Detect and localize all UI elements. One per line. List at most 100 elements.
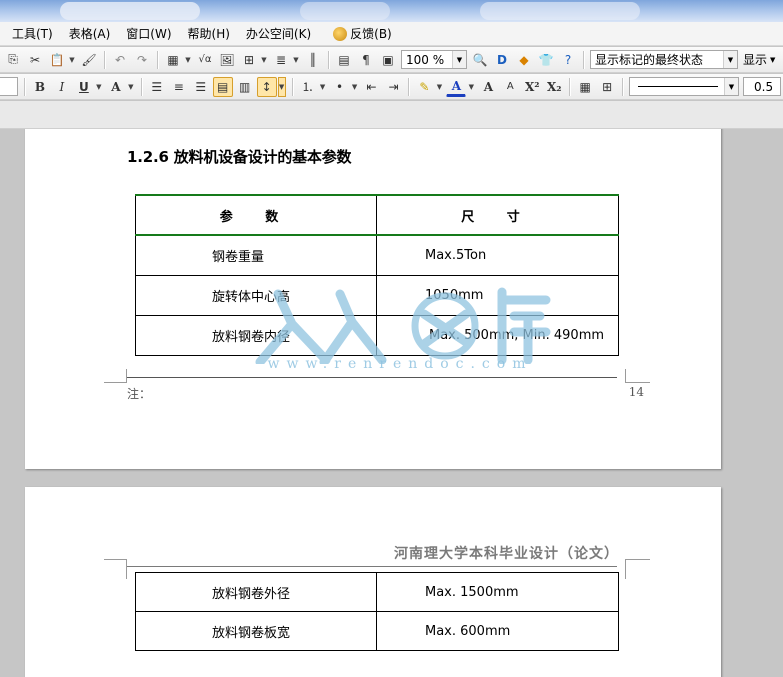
line-width-select[interactable]: 0.5 (743, 77, 781, 96)
show-menu-button[interactable]: 显示 ▼ (740, 49, 778, 71)
menu-window[interactable]: 窗口(W) (118, 23, 179, 45)
table-header-cell: 参 数 (135, 194, 377, 236)
crop-mark (625, 559, 650, 579)
align-left-icon[interactable]: ☰ (147, 77, 167, 97)
numbered-list-dropdown-icon[interactable]: ▼ (319, 77, 327, 97)
formula-icon[interactable]: √α (195, 50, 215, 70)
table-dropdown-icon[interactable]: ▼ (184, 50, 192, 70)
paste-dropdown-icon[interactable]: ▼ (68, 50, 76, 70)
italic-button[interactable]: I (52, 77, 72, 97)
menu-feedback[interactable]: 反馈(B) (325, 23, 400, 45)
research-icon[interactable]: D (492, 50, 512, 70)
toolbar-separator (569, 77, 571, 96)
print-preview-icon[interactable]: ▣ (378, 50, 398, 70)
table-cell: 旋转体中心高 (135, 274, 377, 316)
subscript-button[interactable]: X₂ (544, 77, 564, 97)
align-right-icon[interactable]: ☰ (191, 77, 211, 97)
line-spacing-dropdown-icon[interactable]: ▼ (277, 76, 286, 97)
font-size-select[interactable] (0, 77, 18, 96)
grow-font-label: A (483, 79, 493, 94)
menu-help-label: 帮助(H) (187, 26, 230, 41)
redo-icon[interactable]: ↷ (132, 50, 152, 70)
help-icon[interactable]: ? (558, 50, 578, 70)
find-icon[interactable]: 🔍 (470, 50, 490, 70)
decrease-indent-icon[interactable]: ⇤ (362, 77, 382, 97)
toolbar-separator (157, 50, 158, 69)
increase-indent-icon[interactable]: ⇥ (383, 77, 403, 97)
zoom-value: 100 % (406, 52, 445, 67)
highlight-icon[interactable]: ✎ (414, 77, 434, 97)
chart-icon[interactable]: ║ (303, 50, 323, 70)
document-page[interactable]: 河南理大学本科毕业设计（论文） 放料钢卷外径 Max. 1500mm 放料钢卷板… (25, 487, 721, 677)
table-row: 放料钢卷板宽 Max. 600mm (135, 611, 619, 651)
toolbar-separator (583, 50, 584, 69)
underline-button[interactable]: U (74, 77, 94, 97)
menu-help[interactable]: 帮助(H) (180, 23, 238, 45)
copy-icon[interactable]: ⎘ (3, 50, 23, 70)
columns-dropdown-icon[interactable]: ▼ (292, 50, 300, 70)
header-rule (127, 566, 617, 567)
shrink-font-button[interactable]: A (500, 77, 520, 97)
template-icon[interactable]: 👕 (536, 50, 556, 70)
columns-icon[interactable]: ≣ (271, 50, 291, 70)
font-effect-label: A (111, 79, 121, 94)
font-effect-button[interactable]: A (106, 77, 126, 97)
format-painter-icon[interactable]: 🖌 (79, 50, 99, 70)
watermark-url: www.renrendoc.com (267, 356, 533, 372)
section-heading: 1.2.6 放料机设备设计的基本参数 (127, 148, 352, 166)
document-area: 1.2.6 放料机设备设计的基本参数 参 数 尺 寸 钢卷重量 Max.5Ton… (0, 129, 783, 677)
font-color-button[interactable]: A (446, 77, 467, 97)
crop-mark (104, 559, 127, 579)
document-page[interactable]: 1.2.6 放料机设备设计的基本参数 参 数 尺 寸 钢卷重量 Max.5Ton… (25, 129, 721, 469)
grid-icon[interactable]: ⊞ (239, 50, 259, 70)
paste-icon[interactable]: 📋 (47, 50, 67, 70)
menu-bar: 工具(T) 表格(A) 窗口(W) 帮助(H) 办公空间(K) 反馈(B) (0, 22, 783, 46)
line-style-select[interactable]: ▼ (629, 77, 739, 96)
distribute-icon[interactable]: ▥ (235, 77, 255, 97)
underline-dropdown-icon[interactable]: ▼ (95, 77, 103, 97)
grow-font-button[interactable]: A (478, 77, 498, 97)
toolbar-separator (104, 50, 105, 69)
font-color-dropdown-icon[interactable]: ▼ (467, 77, 475, 97)
table-cell: 放料钢卷板宽 (135, 611, 377, 651)
bulleted-list-dropdown-icon[interactable]: ▼ (351, 77, 359, 97)
cut-icon[interactable]: ✂ (25, 50, 45, 70)
undo-icon[interactable]: ↶ (110, 50, 130, 70)
table-properties-icon[interactable]: ▦ (575, 77, 595, 97)
menu-tools[interactable]: 工具(T) (4, 23, 61, 45)
chevron-down-icon: ▼ (452, 51, 466, 68)
line-spacing-icon[interactable]: ↕ (256, 76, 277, 97)
bulleted-list-icon[interactable]: • (330, 77, 350, 97)
superscript-button[interactable]: X² (522, 77, 542, 97)
standard-toolbar: ⎘ ✂ 📋 ▼ 🖌 ↶ ↷ ▦ ▼ √α 🖼 ⊞ ▼ ≣ ▼ ║ ▤ ¶ ▣ 100 %… (0, 47, 783, 73)
markup-view-value: 显示标记的最终状态 (595, 53, 704, 67)
chevron-down-icon: ▼ (724, 78, 738, 95)
show-marks-icon[interactable]: ¶ (356, 50, 376, 70)
highlight-dropdown-icon[interactable]: ▼ (435, 77, 443, 97)
table-cell: Max. 1500mm (376, 572, 619, 612)
table-cell: 钢卷重量 (135, 234, 377, 276)
markup-view-select[interactable]: 显示标记的最终状态 ▼ (590, 50, 738, 69)
numbered-list-icon[interactable]: ⒈ (298, 77, 318, 97)
font-effect-dropdown-icon[interactable]: ▼ (127, 77, 135, 97)
table-row: 钢卷重量 Max.5Ton (135, 234, 619, 276)
toolbar-separator (408, 77, 410, 96)
toolbar-separator (23, 77, 25, 96)
justify-icon[interactable]: ▤ (212, 76, 233, 97)
ruler (0, 101, 783, 129)
gallery-icon[interactable]: ◆ (514, 50, 534, 70)
line-style-preview (638, 86, 719, 87)
document-map-icon[interactable]: ▤ (334, 50, 354, 70)
insert-table-icon[interactable]: ▦ (163, 50, 183, 70)
zoom-select[interactable]: 100 % ▼ (401, 50, 467, 69)
bold-button[interactable]: B (30, 77, 50, 97)
menu-office-space[interactable]: 办公空间(K) (238, 23, 319, 45)
footer-note: 注： (127, 387, 152, 401)
table-row: 放料钢卷外径 Max. 1500mm (135, 572, 619, 612)
insert-picture-icon[interactable]: 🖼 (217, 50, 237, 70)
borders-icon[interactable]: ⊞ (597, 77, 617, 97)
grid-dropdown-icon[interactable]: ▼ (260, 50, 268, 70)
menu-table[interactable]: 表格(A) (61, 23, 119, 45)
align-center-icon[interactable]: ≡ (169, 77, 189, 97)
chevron-down-icon: ▼ (723, 51, 737, 68)
